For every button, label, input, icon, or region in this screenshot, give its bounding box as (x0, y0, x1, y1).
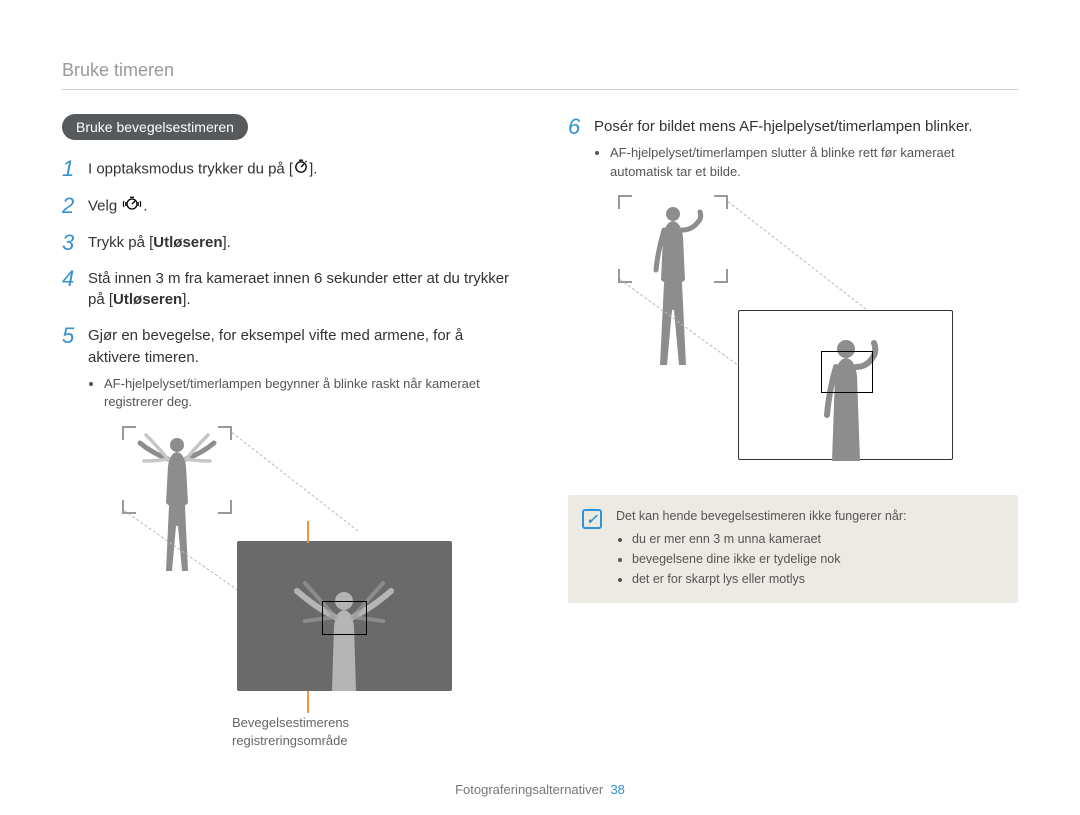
step-6: 6 Posér for bildet mens AF-hjelpelyset/t… (568, 116, 1018, 181)
callout-line (307, 521, 309, 543)
step-text: Gjør en bevegelse, for eksempel vifte me… (88, 327, 463, 366)
person-waving-icon (122, 431, 232, 581)
right-column: 6 Posér for bildet mens AF-hjelpelyset/t… (568, 114, 1018, 766)
step-text: Trykk på [ (88, 234, 153, 251)
step-body: Posér for bildet mens AF-hjelpelyset/tim… (594, 116, 1018, 181)
step-number: 4 (62, 268, 88, 312)
viewfinder-frame (618, 195, 728, 283)
bullet: AF-hjelpelyset/timerlampen slutter å bli… (610, 144, 1018, 182)
step-body: Trykk på [Utløseren]. (88, 232, 512, 254)
note-bullet: du er mer enn 3 m unna kameraet (632, 529, 906, 549)
step-body: Stå innen 3 m fra kameraet innen 6 sekun… (88, 268, 512, 312)
step-text: ]. (182, 291, 190, 308)
step-body: I opptaksmodus trykker du på []. (88, 158, 512, 181)
step-text: I opptaksmodus trykker du på [ (88, 160, 293, 177)
step-text: ]. (309, 160, 317, 177)
content-columns: Bruke bevegelsestimeren 1 I opptaksmodus… (62, 114, 1018, 766)
step-number: 3 (62, 232, 88, 254)
step-number: 2 (62, 195, 88, 218)
step-text: Velg (88, 197, 121, 214)
divider (62, 89, 1018, 90)
note-intro: Det kan hende bevegelsestimeren ikke fun… (616, 509, 906, 523)
illustration-pose (568, 195, 1018, 475)
step-5: 5 Gjør en bevegelse, for eksempel vifte … (62, 325, 512, 412)
note-content: Det kan hende bevegelsestimeren ikke fun… (616, 509, 906, 589)
timer-icon (293, 158, 309, 181)
step-body: Velg . (88, 195, 512, 218)
viewfinder-frame (122, 426, 232, 514)
step-body: Gjør en bevegelse, for eksempel vifte me… (88, 325, 512, 412)
step-4: 4 Stå innen 3 m fra kameraet innen 6 sek… (62, 268, 512, 312)
step-bold: Utløseren (153, 234, 222, 251)
focus-rectangle (821, 351, 873, 393)
step-2: 2 Velg . (62, 195, 512, 218)
person-posing-icon (618, 200, 728, 375)
callout-line (307, 691, 309, 713)
bullet: AF-hjelpelyset/timerlampen begynner å bl… (104, 375, 512, 413)
focus-rectangle (322, 601, 367, 635)
step-sub-bullets: AF-hjelpelyset/timerlampen slutter å bli… (594, 144, 1018, 182)
footer-section: Fotograferingsalternativer (455, 782, 603, 797)
illustration-motion-detect: Bevegelsestimerensregistreringsområde (62, 426, 512, 766)
callout-label: Bevegelsestimerensregistreringsområde (232, 714, 349, 749)
step-number: 1 (62, 158, 88, 181)
camera-screen (237, 541, 452, 691)
motion-timer-icon (121, 195, 143, 218)
left-column: Bruke bevegelsestimeren 1 I opptaksmodus… (62, 114, 512, 766)
step-text: . (143, 197, 147, 214)
camera-screen (738, 310, 953, 460)
step-1: 1 I opptaksmodus trykker du på []. (62, 158, 512, 181)
info-icon: ✓ (582, 509, 602, 529)
step-bold: Utløseren (113, 291, 182, 308)
page-title: Bruke timeren (62, 60, 1018, 81)
step-number: 6 (568, 116, 594, 181)
page-number: 38 (610, 782, 624, 797)
step-text: Posér for bildet mens AF-hjelpelyset/tim… (594, 118, 973, 135)
step-3: 3 Trykk på [Utløseren]. (62, 232, 512, 254)
step-number: 5 (62, 325, 88, 412)
page-footer: Fotograferingsalternativer 38 (0, 782, 1080, 797)
step-sub-bullets: AF-hjelpelyset/timerlampen begynner å bl… (88, 375, 512, 413)
step-text: ]. (222, 234, 230, 251)
note-bullet: bevegelsene dine ikke er tydelige nok (632, 549, 906, 569)
note-box: ✓ Det kan hende bevegelsestimeren ikke f… (568, 495, 1018, 603)
section-heading-pill: Bruke bevegelsestimeren (62, 114, 248, 140)
note-bullet: det er for skarpt lys eller motlys (632, 569, 906, 589)
